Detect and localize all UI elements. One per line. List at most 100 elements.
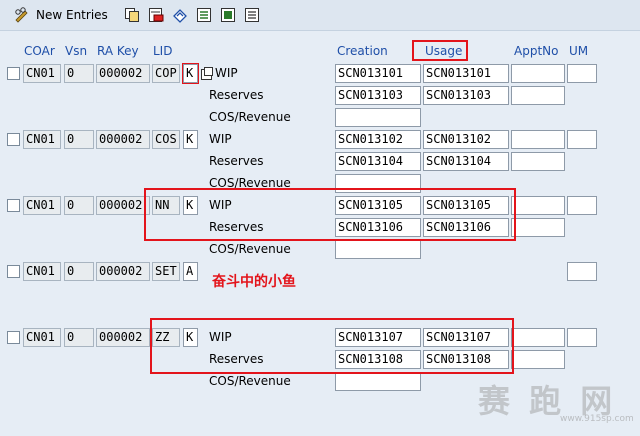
header-creation: Creation — [337, 44, 388, 58]
undo-icon — [173, 9, 187, 23]
row-select-checkbox[interactable] — [7, 265, 20, 278]
cos-creation-field[interactable] — [335, 174, 421, 193]
reserves-creation-field[interactable]: SCN013108 — [335, 350, 421, 369]
wip-creation-field[interactable]: SCN013101 — [335, 64, 421, 83]
vsn-field: 0 — [64, 262, 94, 281]
delete-button[interactable] — [148, 6, 164, 24]
deselect-all-icon — [245, 8, 259, 22]
row-select-checkbox[interactable] — [7, 133, 20, 146]
select-block-icon — [221, 8, 235, 22]
undo-button[interactable] — [172, 6, 188, 24]
cos-revenue-label: COS/Revenue — [209, 110, 291, 124]
wip-usage-field[interactable]: SCN013107 — [423, 328, 509, 347]
cos-revenue-label: COS/Revenue — [209, 176, 291, 190]
lid-field: ZZ — [152, 328, 180, 347]
header-um: UM — [569, 44, 589, 58]
row-select-checkbox[interactable] — [7, 67, 20, 80]
wip-apptno-field[interactable] — [511, 64, 565, 83]
vsn-field: 0 — [64, 130, 94, 149]
usage-highlight-box — [412, 40, 468, 61]
coar-field: CN01 — [23, 64, 61, 83]
annotation-text: 奋斗中的小鱼 — [212, 274, 296, 290]
lid-flag-field[interactable]: K — [182, 63, 199, 84]
wip-creation-field[interactable]: SCN013105 — [335, 196, 421, 215]
lid-field: SET — [152, 262, 180, 281]
wip-creation-field[interactable]: SCN013102 — [335, 130, 421, 149]
cos-creation-field[interactable] — [335, 240, 421, 259]
coar-field: CN01 — [23, 130, 61, 149]
vsn-field: 0 — [64, 328, 94, 347]
coar-field: CN01 — [23, 196, 61, 215]
reserves-apptno-field[interactable] — [511, 152, 565, 171]
um-field[interactable] — [567, 262, 597, 281]
wip-apptno-field[interactable] — [511, 130, 565, 149]
lid-flag-field[interactable]: K — [183, 196, 198, 215]
reserves-creation-field[interactable]: SCN013106 — [335, 218, 421, 237]
reserves-creation-field[interactable]: SCN013103 — [335, 86, 421, 105]
header-apptno: ApptNo — [514, 44, 559, 58]
ra-key-field: 000002 — [96, 64, 150, 83]
wip-usage-field[interactable]: SCN013102 — [423, 130, 509, 149]
wip-usage-field[interactable]: SCN013101 — [423, 64, 509, 83]
header-ra-key: RA Key — [97, 44, 139, 58]
reserves-apptno-field[interactable] — [511, 86, 565, 105]
wip-apptno-field[interactable] — [511, 328, 565, 347]
lid-flag-field[interactable]: A — [183, 262, 198, 281]
reserves-apptno-field[interactable] — [511, 218, 565, 237]
ra-key-field: 000002 — [96, 130, 150, 149]
coar-field: CN01 — [23, 328, 61, 347]
new-entries-label: New Entries — [36, 8, 108, 22]
lid-flag-field[interactable]: K — [183, 130, 198, 149]
header-coar: COAr — [24, 44, 55, 58]
reserves-usage-field[interactable]: SCN013106 — [423, 218, 509, 237]
lid-field: NN — [152, 196, 180, 215]
reserves-label: Reserves — [209, 352, 264, 366]
row-select-checkbox[interactable] — [7, 199, 20, 212]
reserves-usage-field[interactable]: SCN013104 — [423, 152, 509, 171]
watermark-url: www.915sp.com — [560, 414, 634, 424]
vsn-field: 0 — [64, 64, 94, 83]
vsn-field: 0 — [64, 196, 94, 215]
um-field[interactable] — [567, 328, 597, 347]
reserves-label: Reserves — [209, 154, 264, 168]
reserves-label: Reserves — [209, 88, 264, 102]
reserves-label: Reserves — [209, 220, 264, 234]
reserves-apptno-field[interactable] — [511, 350, 565, 369]
pencil-glasses-icon — [15, 7, 28, 23]
lid-field: COP — [152, 64, 180, 83]
um-field[interactable] — [567, 196, 597, 215]
reserves-usage-field[interactable]: SCN013108 — [423, 350, 509, 369]
row-select-checkbox[interactable] — [7, 331, 20, 344]
lid-field: COS — [152, 130, 180, 149]
coar-field: CN01 — [23, 262, 61, 281]
reserves-creation-field[interactable]: SCN013104 — [335, 152, 421, 171]
select-block-button[interactable] — [220, 6, 236, 24]
wip-label: WIP — [215, 66, 238, 80]
ra-key-field: 000002 — [96, 196, 150, 215]
cos-revenue-label: COS/Revenue — [209, 242, 291, 256]
wip-label: WIP — [209, 198, 232, 212]
wip-usage-field[interactable]: SCN013105 — [423, 196, 509, 215]
wip-creation-field[interactable]: SCN013107 — [335, 328, 421, 347]
delete-icon — [149, 8, 164, 22]
wip-apptno-field[interactable] — [511, 196, 565, 215]
um-field[interactable] — [567, 64, 597, 83]
deselect-all-button[interactable] — [244, 6, 260, 24]
select-all-button[interactable] — [196, 6, 212, 24]
wip-label: WIP — [209, 330, 232, 344]
ra-key-field: 000002 — [96, 262, 150, 281]
new-entries-button[interactable]: New Entries — [14, 6, 108, 24]
copy-button[interactable] — [124, 6, 140, 24]
cos-creation-field[interactable] — [335, 108, 421, 127]
copy-icon — [125, 8, 139, 22]
header-vsn: Vsn — [65, 44, 88, 58]
um-field[interactable] — [567, 130, 597, 149]
select-all-icon — [197, 8, 211, 22]
cos-creation-field[interactable] — [335, 372, 421, 391]
application-toolbar: New Entries — [0, 0, 640, 31]
reserves-usage-field[interactable]: SCN013103 — [423, 86, 509, 105]
possible-entries-icon[interactable] — [201, 67, 213, 80]
wip-label: WIP — [209, 132, 232, 146]
header-lid: LID — [153, 44, 173, 58]
lid-flag-field[interactable]: K — [183, 328, 198, 347]
